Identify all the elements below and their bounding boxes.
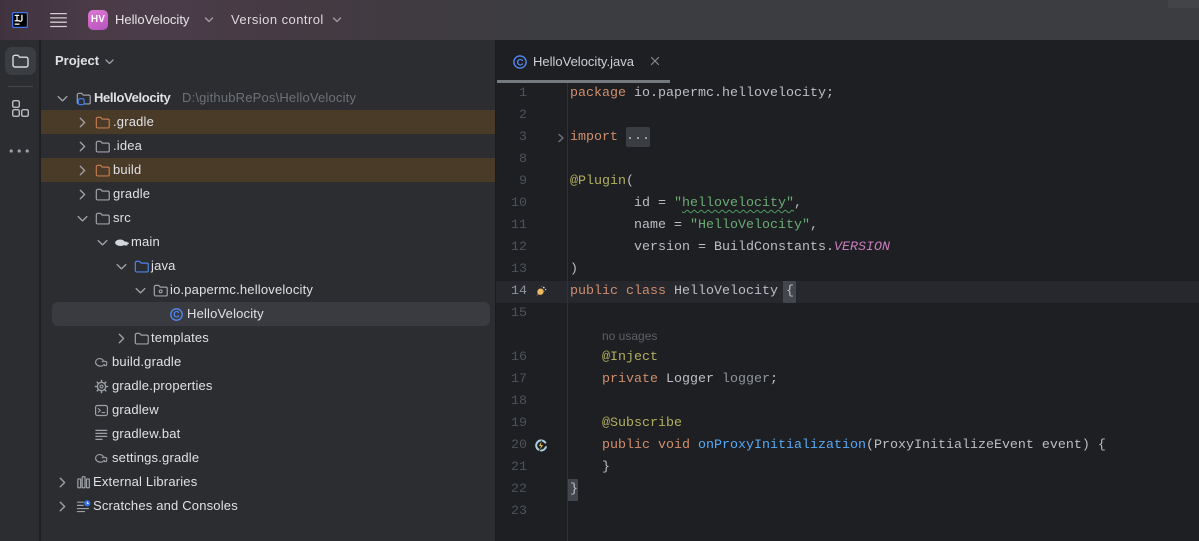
svg-text:C: C: [173, 309, 180, 319]
svg-text:C: C: [517, 57, 524, 68]
